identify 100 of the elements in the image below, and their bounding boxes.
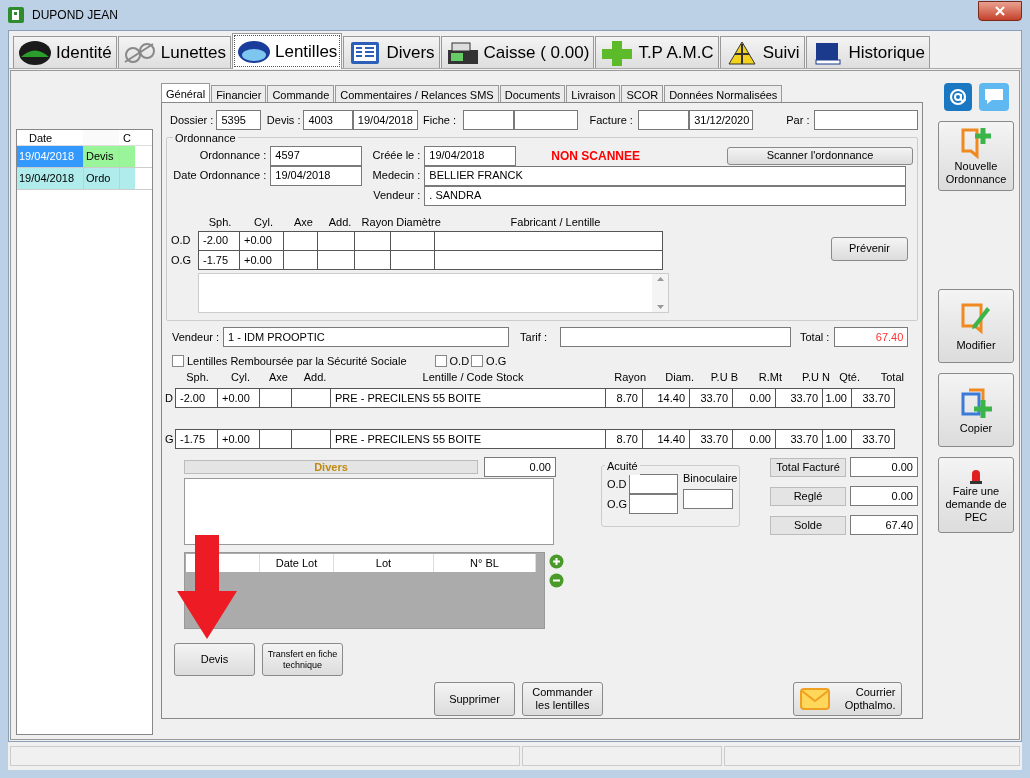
sub-tab[interactable]: Données Normalisées [664,85,783,102]
vendeur-field[interactable]: 1 - IDM PROOPTIC [223,327,510,347]
sub-tab[interactable]: Livraison [566,85,621,102]
divers-amount-field[interactable]: 0.00 [484,457,556,477]
column-header[interactable]: Date [17,130,83,145]
prescription-cell[interactable] [434,250,663,270]
lens-cell[interactable]: 14.40 [642,429,690,449]
prescription-cell[interactable] [317,250,355,270]
acuite-field[interactable] [629,494,678,514]
lens-cell[interactable]: PRE - PRECILENS 55 BOITE [330,388,606,408]
prescription-cell[interactable] [354,250,391,270]
lens-cell[interactable] [259,388,292,408]
courrier-button[interactable]: Courrier Opthalmo. [793,682,902,716]
prescription-cell[interactable]: -2.00 [198,230,240,251]
lens-cell[interactable]: PRE - PRECILENS 55 BOITE [330,429,606,449]
fiche-field[interactable] [463,110,515,130]
total-field[interactable]: 67.40 [834,327,909,347]
prescription-cell[interactable]: -1.75 [198,250,240,270]
lens-cell[interactable]: 8.70 [605,429,643,449]
prescription-cell[interactable] [434,230,663,251]
par-field[interactable] [814,110,918,130]
fiche-field[interactable] [514,110,579,130]
lens-cell[interactable]: 33.70 [775,388,823,408]
sub-tab[interactable]: Financier [211,85,267,102]
main-tab[interactable]: Divers [343,36,440,68]
side-button[interactable]: Nouvelle Ordonnance [938,121,1014,191]
close-button[interactable] [978,1,1022,21]
sub-tab[interactable]: SCOR [621,85,664,102]
lens-cell[interactable]: 33.70 [851,429,895,449]
medecin-field[interactable]: BELLIER FRANCK [424,165,907,186]
notes-field[interactable] [198,272,669,313]
lens-cell[interactable] [259,429,292,449]
acuite-field[interactable] [629,474,678,494]
prescription-cell[interactable] [283,230,318,251]
date-field[interactable]: 19/04/2018 [270,165,363,186]
order-button[interactable]: Commander les lentilles [522,682,603,716]
main-tab[interactable]: Lunettes [117,36,231,68]
main-tab[interactable]: Caisse ( 0.00) [440,36,595,68]
side-button[interactable]: Modifier [938,289,1014,363]
total-field[interactable]: 0.00 [850,457,918,477]
prescription-cell[interactable] [390,250,435,270]
ordonnance-field[interactable]: 4597 [270,145,363,166]
lens-cell[interactable]: 33.70 [689,429,733,449]
lens-cell[interactable]: 33.70 [775,429,823,449]
prescription-cell[interactable] [317,230,355,251]
side-button[interactable]: Faire une demande de PEC [938,457,1014,533]
prescription-cell[interactable] [390,230,435,251]
delete-button[interactable]: Supprimer [434,682,515,716]
main-tab[interactable]: Suivi [719,36,805,68]
prescription-cell[interactable]: +0.00 [239,230,284,251]
checkbox[interactable] [172,355,184,367]
prescription-cell[interactable]: +0.00 [239,250,284,270]
transfer-button[interactable]: Transfert en fiche technique [262,643,343,676]
sub-tab[interactable]: Commentaires / Relances SMS [335,85,499,102]
sub-tab[interactable]: Documents [499,85,566,102]
sub-tab[interactable]: Commande [267,85,335,102]
lens-cell[interactable]: +0.00 [217,429,260,449]
devis-field[interactable]: 4003 [303,110,353,130]
tarif-field[interactable] [560,327,791,347]
lens-cell[interactable]: 0.00 [732,388,776,408]
sub-tab[interactable]: Général [161,83,211,102]
lens-cell[interactable] [291,388,331,408]
sms-icon[interactable] [978,83,1009,111]
history-row[interactable]: 19/04/2018 Devis [17,146,152,168]
lens-cell[interactable]: 0.00 [732,429,776,449]
date-field[interactable]: 19/04/2018 [424,145,517,166]
lens-cell[interactable]: -2.00 [175,388,218,408]
lens-cell[interactable]: 33.70 [689,388,733,408]
lens-cell[interactable]: +0.00 [217,388,260,408]
date-field[interactable]: 19/04/2018 [352,110,418,130]
prescription-cell[interactable] [354,230,391,251]
lens-cell[interactable]: 1.00 [822,388,852,408]
main-tab[interactable]: Historique [805,36,931,68]
prescription-cell[interactable] [283,250,318,270]
total-field[interactable]: 0.00 [850,486,918,506]
main-tab[interactable]: T.P A.M.C [595,36,719,68]
lens-cell[interactable]: -1.75 [175,429,218,449]
facture-field[interactable] [637,110,690,130]
remove-icon[interactable] [549,573,564,588]
main-tab[interactable]: Lentilles [232,33,343,69]
scrollbar[interactable] [652,273,668,312]
lens-cell[interactable]: 33.70 [851,388,895,408]
scan-button[interactable]: Scanner l'ordonnance [727,146,913,165]
devis-button[interactable]: Devis [174,643,255,676]
divers-notes-field[interactable] [184,478,554,545]
column-header[interactable]: Lot [334,554,434,572]
lens-cell[interactable]: 8.70 [605,388,643,408]
dossier-field[interactable]: 5395 [216,110,261,130]
total-field[interactable]: 67.40 [850,515,918,535]
prevenir-button[interactable]: Prévenir [831,236,908,261]
binoculaire-field[interactable] [683,488,733,509]
main-tab[interactable]: Identité [13,36,117,68]
history-row[interactable]: 19/04/2018 Ordo [17,168,152,190]
date-field[interactable]: 31/12/2020 [689,110,754,130]
vendeur-field[interactable]: . SANDRA [424,185,907,206]
column-header[interactable]: N° BL [434,554,536,572]
checkbox[interactable] [471,355,484,367]
lens-cell[interactable]: 1.00 [822,429,852,449]
lens-cell[interactable] [291,429,331,449]
checkbox[interactable] [434,355,447,367]
